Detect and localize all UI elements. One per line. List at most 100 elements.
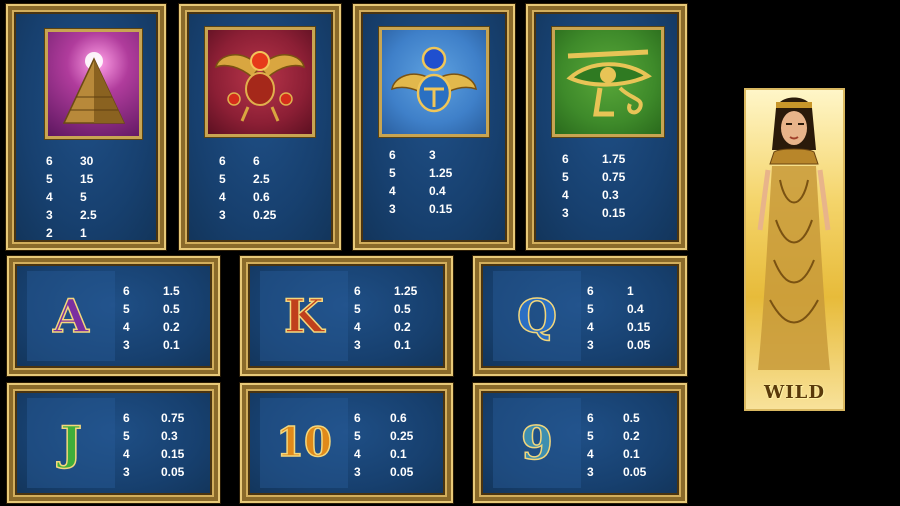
symbol-count: 6 [562, 152, 569, 166]
pay-row: 3 0.05 [587, 463, 646, 481]
payout-value: 0.2 [163, 320, 180, 334]
paytable-panel-J: J 6 0.75 5 0.3 4 0.15 3 0.05 [7, 383, 220, 503]
payout-value: 0.75 [161, 411, 185, 425]
symbol-count: 3 [219, 208, 226, 222]
pay-row: 4 0.15 [123, 445, 184, 463]
10-symbol: 10 [260, 398, 348, 488]
symbol-count: 6 [389, 148, 396, 162]
pay-row: 4 0.1 [354, 445, 413, 463]
payout-value: 1.5 [163, 284, 180, 298]
pay-row: 3 0.05 [587, 336, 650, 354]
symbol-count: 5 [354, 302, 361, 316]
pay-row: 4 0.2 [354, 318, 417, 336]
cleopatra-icon [757, 97, 831, 370]
9-glyph: 9 [520, 416, 554, 470]
payout-value: 0.15 [602, 206, 626, 220]
paytable-panel-Q: Q 61 5 0.4 4 0.15 3 0.05 [473, 256, 687, 376]
payout-value: 0.6 [390, 411, 407, 425]
symbol-count: 6 [123, 411, 130, 425]
paytable-panel-10: 10 6 0.6 5 0.25 4 0.1 3 0.05 [240, 383, 453, 503]
payout-value: 15 [80, 172, 94, 186]
symbol-count: 3 [562, 206, 569, 220]
paytable: 6 1.75 5 0.75 4 0.3 3 0.15 [562, 150, 625, 222]
payout-value: 0.3 [602, 188, 619, 202]
payout-value: 3 [429, 148, 436, 162]
symbol-count: 4 [123, 320, 130, 334]
pay-row: 3 0.15 [562, 204, 625, 222]
payout-value: 1 [627, 284, 634, 298]
paytable: 6 0.5 5 0.2 4 0.1 3 0.05 [587, 409, 646, 481]
payout-value: 0.05 [623, 465, 647, 479]
pay-row: 3 0.25 [219, 206, 276, 224]
payout-value: 0.15 [627, 320, 651, 334]
symbol-count: 4 [123, 447, 130, 461]
symbol-count: 2 [46, 226, 53, 240]
pay-row: 21 [46, 224, 97, 242]
paytable-panel-blue-scarab: 63 5 1.25 4 0.4 3 0.15 [353, 4, 515, 250]
symbol-count: 4 [562, 188, 569, 202]
payout-value: 0.2 [394, 320, 411, 334]
symbol-count: 4 [219, 190, 226, 204]
paytable-panel-red-scarab: 66 5 2.5 4 0.6 3 0.25 [179, 4, 341, 250]
K-glyph: K [283, 289, 324, 343]
pay-row: 61 [587, 282, 650, 300]
payout-value: 0.1 [394, 338, 411, 352]
symbol-count: 5 [46, 172, 53, 186]
pay-row: 3 0.05 [123, 463, 184, 481]
pay-row: 5 0.4 [587, 300, 650, 318]
wild-symbol: WILD [744, 88, 845, 411]
symbol-count: 6 [587, 284, 594, 298]
red-scarab-symbol [205, 27, 315, 137]
payout-value: 1.25 [429, 166, 453, 180]
payout-value: 0.5 [623, 411, 640, 425]
payout-value: 0.6 [253, 190, 270, 204]
symbol-count: 6 [587, 411, 594, 425]
pay-row: 5 0.3 [123, 427, 184, 445]
pay-row: 3 0.1 [123, 336, 180, 354]
pay-row: 5 0.5 [123, 300, 180, 318]
paytable: 6 0.6 5 0.25 4 0.1 3 0.05 [354, 409, 413, 481]
payout-value: 1.75 [602, 152, 626, 166]
paytable-panel-9: 9 6 0.5 5 0.2 4 0.1 3 0.05 [473, 383, 687, 503]
red-scarab-icon [215, 51, 305, 122]
payout-value: 30 [80, 154, 94, 168]
pay-row: 3 0.05 [354, 463, 413, 481]
payout-value: 0.2 [623, 429, 640, 443]
A-symbol: A [27, 271, 115, 361]
pay-row: 6 1.75 [562, 150, 625, 168]
pay-row: 4 0.6 [219, 188, 276, 206]
symbol-count: 5 [587, 429, 594, 443]
wild-label: WILD [764, 382, 825, 403]
payout-value: 0.5 [394, 302, 411, 316]
payout-value: 0.25 [390, 429, 414, 443]
J-symbol: J [27, 398, 115, 488]
pay-row: 66 [219, 152, 276, 170]
pay-row: 5 1.25 [389, 164, 452, 182]
payout-value: 1 [80, 226, 87, 240]
payout-value: 0.15 [429, 202, 453, 216]
payout-value: 0.05 [627, 338, 651, 352]
symbol-count: 4 [46, 190, 53, 204]
symbol-count: 5 [354, 429, 361, 443]
Q-glyph: Q [516, 289, 558, 343]
payout-value: 0.1 [390, 447, 407, 461]
K-symbol: K [260, 271, 348, 361]
symbol-count: 6 [354, 411, 361, 425]
pay-row: 5 2.5 [219, 170, 276, 188]
paytable: 63 5 1.25 4 0.4 3 0.15 [389, 146, 452, 218]
paytable-panel-pyramid: 6 30 5 15 45 3 2.5 21 [6, 4, 166, 250]
pyramid-symbol [45, 29, 142, 139]
symbol-count: 4 [354, 320, 361, 334]
eye-of-horus-symbol [552, 27, 664, 137]
payout-value: 5 [80, 190, 87, 204]
paytable: 6 30 5 15 45 3 2.5 21 [46, 152, 97, 242]
symbol-count: 6 [219, 154, 226, 168]
pay-row: 3 0.1 [354, 336, 417, 354]
eye-of-horus-icon [566, 49, 652, 117]
paytable: 66 5 2.5 4 0.6 3 0.25 [219, 152, 276, 224]
payout-value: 0.05 [161, 465, 185, 479]
payout-value: 0.15 [161, 447, 185, 461]
pay-row: 45 [46, 188, 97, 206]
blue-scarab-icon [391, 46, 477, 113]
symbol-count: 5 [562, 170, 569, 184]
